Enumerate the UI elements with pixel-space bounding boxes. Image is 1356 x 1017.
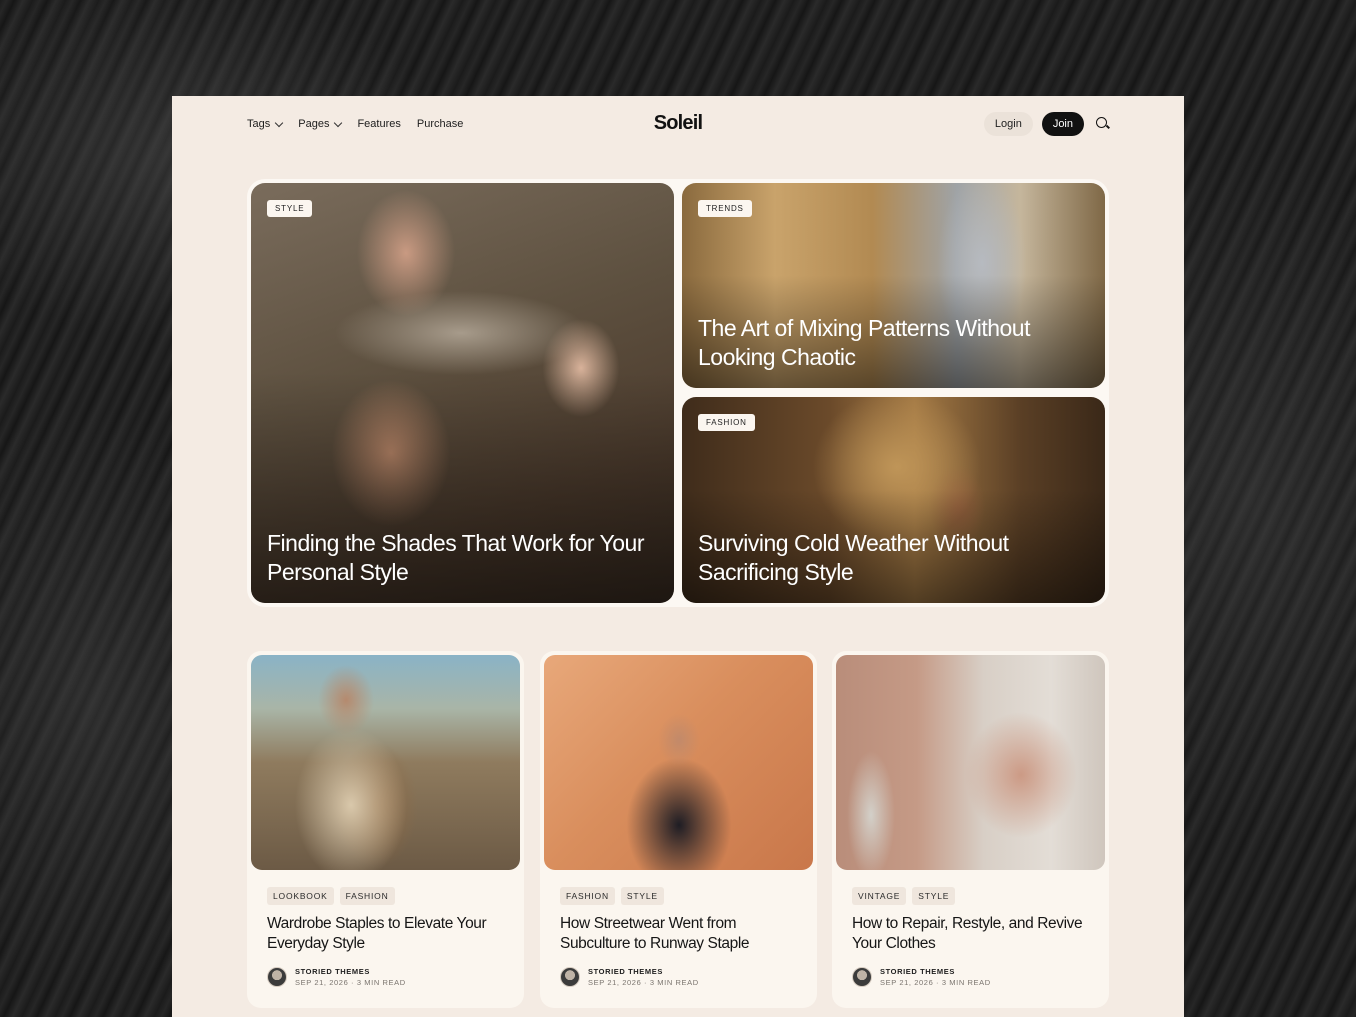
hero-tag[interactable]: TRENDS xyxy=(698,200,752,217)
author-name[interactable]: STORIED THEMES xyxy=(588,966,699,977)
article-image[interactable] xyxy=(251,655,520,870)
tag-pill[interactable]: VINTAGE xyxy=(852,887,907,905)
article-card[interactable]: FASHION STYLE How Streetwear Went from S… xyxy=(540,651,817,1008)
hero-card-top[interactable]: TRENDS The Art of Mixing Patterns Withou… xyxy=(682,183,1105,388)
hero-section: STYLE Finding the Shades That Work for Y… xyxy=(247,179,1109,607)
article-date: SEP 21, 2026 xyxy=(588,978,642,987)
avatar xyxy=(267,967,287,987)
hero-title[interactable]: Finding the Shades That Work for Your Pe… xyxy=(267,529,654,587)
article-date: SEP 21, 2026 xyxy=(880,978,934,987)
avatar xyxy=(852,967,872,987)
article-date-line: SEP 21, 2026 · 3 MIN READ xyxy=(588,978,699,987)
tag-pill[interactable]: LOOKBOOK xyxy=(267,887,334,905)
article-title[interactable]: How to Repair, Restyle, and Revive Your … xyxy=(852,914,1093,954)
join-button[interactable]: Join xyxy=(1041,112,1084,136)
login-button[interactable]: Login xyxy=(983,112,1033,136)
article-tags: VINTAGE STYLE xyxy=(852,887,956,905)
author-name[interactable]: STORIED THEMES xyxy=(295,966,406,977)
article-card[interactable]: LOOKBOOK FASHION Wardrobe Staples to Ele… xyxy=(247,651,524,1008)
tag-pill[interactable]: STYLE xyxy=(912,887,956,905)
article-meta: STORIED THEMES SEP 21, 2026 · 3 MIN READ xyxy=(560,966,699,988)
article-tags: FASHION STYLE xyxy=(560,887,664,905)
article-date: SEP 21, 2026 xyxy=(295,978,349,987)
author-name[interactable]: STORIED THEMES xyxy=(880,966,991,977)
article-date-line: SEP 21, 2026 · 3 MIN READ xyxy=(295,978,406,987)
hero-title[interactable]: Surviving Cold Weather Without Sacrifici… xyxy=(698,529,1085,587)
hero-title[interactable]: The Art of Mixing Patterns Without Looki… xyxy=(698,314,1085,372)
header-actions: Login Join xyxy=(983,112,1111,136)
search-icon[interactable] xyxy=(1095,116,1111,132)
read-time: 3 MIN READ xyxy=(649,978,699,987)
article-card[interactable]: VINTAGE STYLE How to Repair, Restyle, an… xyxy=(832,651,1109,1008)
article-image[interactable] xyxy=(544,655,813,870)
page: Tags Pages Features Purchase Soleil Logi… xyxy=(172,96,1184,1017)
article-date-line: SEP 21, 2026 · 3 MIN READ xyxy=(880,978,991,987)
article-meta: STORIED THEMES SEP 21, 2026 · 3 MIN READ xyxy=(852,966,991,988)
article-title[interactable]: How Streetwear Went from Subculture to R… xyxy=(560,914,801,954)
article-title[interactable]: Wardrobe Staples to Elevate Your Everyda… xyxy=(267,914,508,954)
tag-pill[interactable]: FASHION xyxy=(560,887,615,905)
avatar xyxy=(560,967,580,987)
hero-tag[interactable]: FASHION xyxy=(698,414,755,431)
tag-pill[interactable]: STYLE xyxy=(620,887,664,905)
hero-card-main[interactable]: STYLE Finding the Shades That Work for Y… xyxy=(251,183,674,603)
article-image[interactable] xyxy=(836,655,1105,870)
article-meta: STORIED THEMES SEP 21, 2026 · 3 MIN READ xyxy=(267,966,406,988)
article-tags: LOOKBOOK FASHION xyxy=(267,887,395,905)
hero-tag[interactable]: STYLE xyxy=(267,200,313,217)
hero-card-bottom[interactable]: FASHION Surviving Cold Weather Without S… xyxy=(682,397,1105,603)
read-time: 3 MIN READ xyxy=(941,978,991,987)
tag-pill[interactable]: FASHION xyxy=(339,887,395,905)
read-time: 3 MIN READ xyxy=(356,978,406,987)
